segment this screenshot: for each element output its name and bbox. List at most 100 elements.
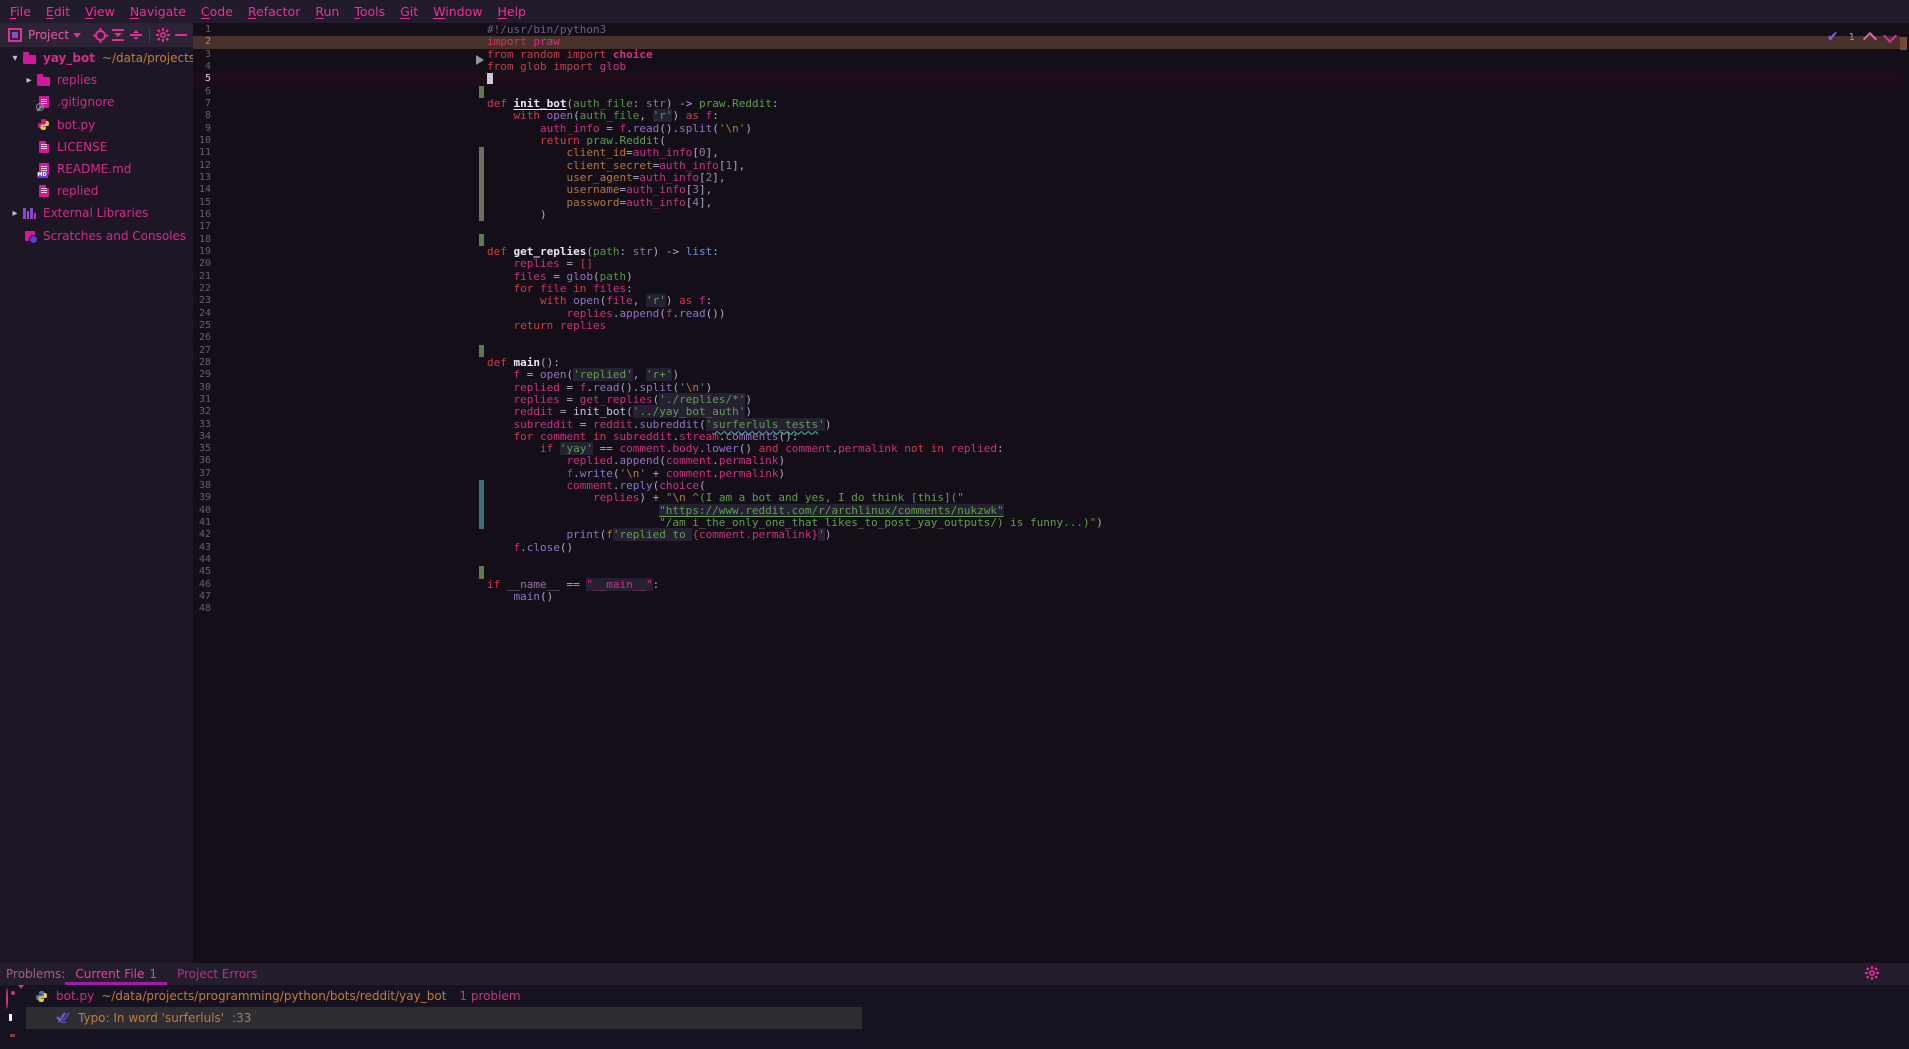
line-number[interactable]: 12 [193,160,211,172]
code-line-45[interactable]: 45 [193,566,1901,578]
code-line-7[interactable]: 7def init_bot(auth_file: str) -> praw.Re… [193,98,1901,110]
code-text[interactable]: ) [487,209,547,221]
vcs-change-marker[interactable] [479,480,484,492]
code-line-22[interactable]: 22 for file in files: [193,283,1901,295]
code-line-38[interactable]: 38 comment.reply(choice( [193,480,1901,492]
inspections-widget[interactable]: ✔ 1 [1827,28,1895,46]
line-number[interactable]: 39 [193,492,211,504]
menu-item-code[interactable]: Code [201,4,233,19]
code-line-26[interactable]: 26 [193,332,1901,344]
problems-typo-row[interactable]: Typo: In word 'surferluls' :33 [26,1007,862,1029]
vcs-change-marker[interactable] [479,147,484,159]
code-line-42[interactable]: 42 print(f'replied to {comment.permalink… [193,529,1901,541]
menu-item-refactor[interactable]: Refactor [248,4,300,19]
tree-item-readme-md[interactable]: MDREADME.md [0,158,193,180]
code-text[interactable]: return replies [487,320,606,332]
project-tool-window-icon[interactable] [6,26,24,44]
menu-item-navigate[interactable]: Navigate [130,4,186,19]
line-number[interactable]: 31 [193,394,211,406]
select-opened-file-icon[interactable] [91,26,109,44]
menu-item-view[interactable]: View [85,4,115,19]
line-number[interactable]: 34 [193,431,211,443]
line-number[interactable]: 19 [193,246,211,258]
line-number[interactable]: 17 [193,221,211,233]
code-text[interactable]: f.close() [487,542,573,554]
gear-icon[interactable] [154,26,172,44]
line-number[interactable]: 42 [193,529,211,541]
line-number[interactable]: 10 [193,135,211,147]
tree-item-yay-bot[interactable]: ▾yay_bot~/data/projects/progr [0,47,193,69]
code-line-41[interactable]: 41 "/am_i_the_only_one_that_likes_to_pos… [193,517,1901,529]
code-line-25[interactable]: 25 return replies [193,320,1901,332]
line-number[interactable]: 27 [193,345,211,357]
line-number[interactable]: 5 [193,73,211,85]
line-number[interactable]: 26 [193,332,211,344]
line-number[interactable]: 40 [193,505,211,517]
line-number[interactable]: 21 [193,271,211,283]
menu-item-git[interactable]: Git [400,4,418,19]
code-line-21[interactable]: 21 files = glob(path) [193,271,1901,283]
code-line-1[interactable]: 1#!/usr/bin/python3 [193,24,1901,36]
line-number[interactable]: 33 [193,419,211,431]
line-number[interactable]: 22 [193,283,211,295]
tree-item-bot-py[interactable]: bot.py [0,114,193,136]
line-number[interactable]: 30 [193,382,211,394]
code-text[interactable]: main() [487,591,553,603]
problems-file-row[interactable]: bot.py ~/data/projects/programming/pytho… [34,985,521,1007]
vcs-change-marker[interactable] [479,234,484,246]
line-number[interactable]: 18 [193,234,211,246]
code-line-19[interactable]: 19def get_replies(path: str) -> list: [193,246,1901,258]
code-line-36[interactable]: 36 replied.append(comment.permalink) [193,455,1901,467]
menu-item-window[interactable]: Window [433,4,482,19]
line-number[interactable]: 28 [193,357,211,369]
code-line-11[interactable]: 11 client_id=auth_info[0], [193,147,1901,159]
code-line-8[interactable]: 8 with open(auth_file, 'r') as f: [193,110,1901,122]
tree-item-scratches-and-consoles[interactable]: Scratches and Consoles [0,225,193,247]
vcs-change-marker[interactable] [479,209,484,221]
project-dropdown-label[interactable]: Project [28,28,69,42]
error-stripe-mark[interactable] [1900,37,1907,50]
line-number[interactable]: 16 [193,209,211,221]
vcs-change-marker[interactable] [479,492,484,504]
line-number[interactable]: 43 [193,542,211,554]
line-number[interactable]: 29 [193,369,211,381]
line-number[interactable]: 24 [193,308,211,320]
line-number[interactable]: 20 [193,258,211,270]
code-line-10[interactable]: 10 return praw.Reddit( [193,135,1901,147]
menu-item-file[interactable]: File [10,4,31,19]
tab-project-errors[interactable]: Project Errors [167,963,267,985]
line-number[interactable]: 14 [193,184,211,196]
code-line-39[interactable]: 39 replies) + "\n ^(I am a bot and yes, … [193,492,1901,504]
line-number[interactable]: 37 [193,468,211,480]
tree-item-external-libraries[interactable]: ▸External Libraries [0,202,193,224]
line-number[interactable]: 15 [193,197,211,209]
line-number[interactable]: 6 [193,86,211,98]
menu-item-edit[interactable]: Edit [46,4,70,19]
line-number[interactable]: 13 [193,172,211,184]
collapse-all-icon[interactable] [127,26,145,44]
line-number[interactable]: 36 [193,455,211,467]
vcs-change-marker[interactable] [479,345,484,357]
line-number[interactable]: 8 [193,110,211,122]
code-line-9[interactable]: 9 auth_info = f.read().split('\n') [193,123,1901,135]
code-text[interactable] [487,73,493,85]
code-line-37[interactable]: 37 f.write('\n' + comment.permalink) [193,468,1901,480]
code-line-48[interactable]: 48 [193,603,1901,615]
code-line-12[interactable]: 12 client_secret=auth_info[1], [193,160,1901,172]
view-options-icon[interactable] [6,989,24,1008]
menu-item-tools[interactable]: Tools [354,4,385,19]
code-line-30[interactable]: 30 replied = f.read().split('\n') [193,382,1901,394]
tree-item-replies[interactable]: ▸replies [0,69,193,91]
line-number[interactable]: 9 [193,123,211,135]
line-number[interactable]: 46 [193,579,211,591]
line-number[interactable]: 23 [193,295,211,307]
line-number[interactable]: 32 [193,406,211,418]
code-line-13[interactable]: 13 user_agent=auth_info[2], [193,172,1901,184]
expand-all-icon[interactable] [109,26,127,44]
code-line-14[interactable]: 14 username=auth_info[3], [193,184,1901,196]
line-number[interactable]: 25 [193,320,211,332]
next-problem-icon[interactable] [1883,29,1897,43]
vcs-change-marker[interactable] [479,517,484,529]
code-line-24[interactable]: 24 replies.append(f.read()) [193,308,1901,320]
code-line-3[interactable]: 3from random import choice [193,49,1901,61]
